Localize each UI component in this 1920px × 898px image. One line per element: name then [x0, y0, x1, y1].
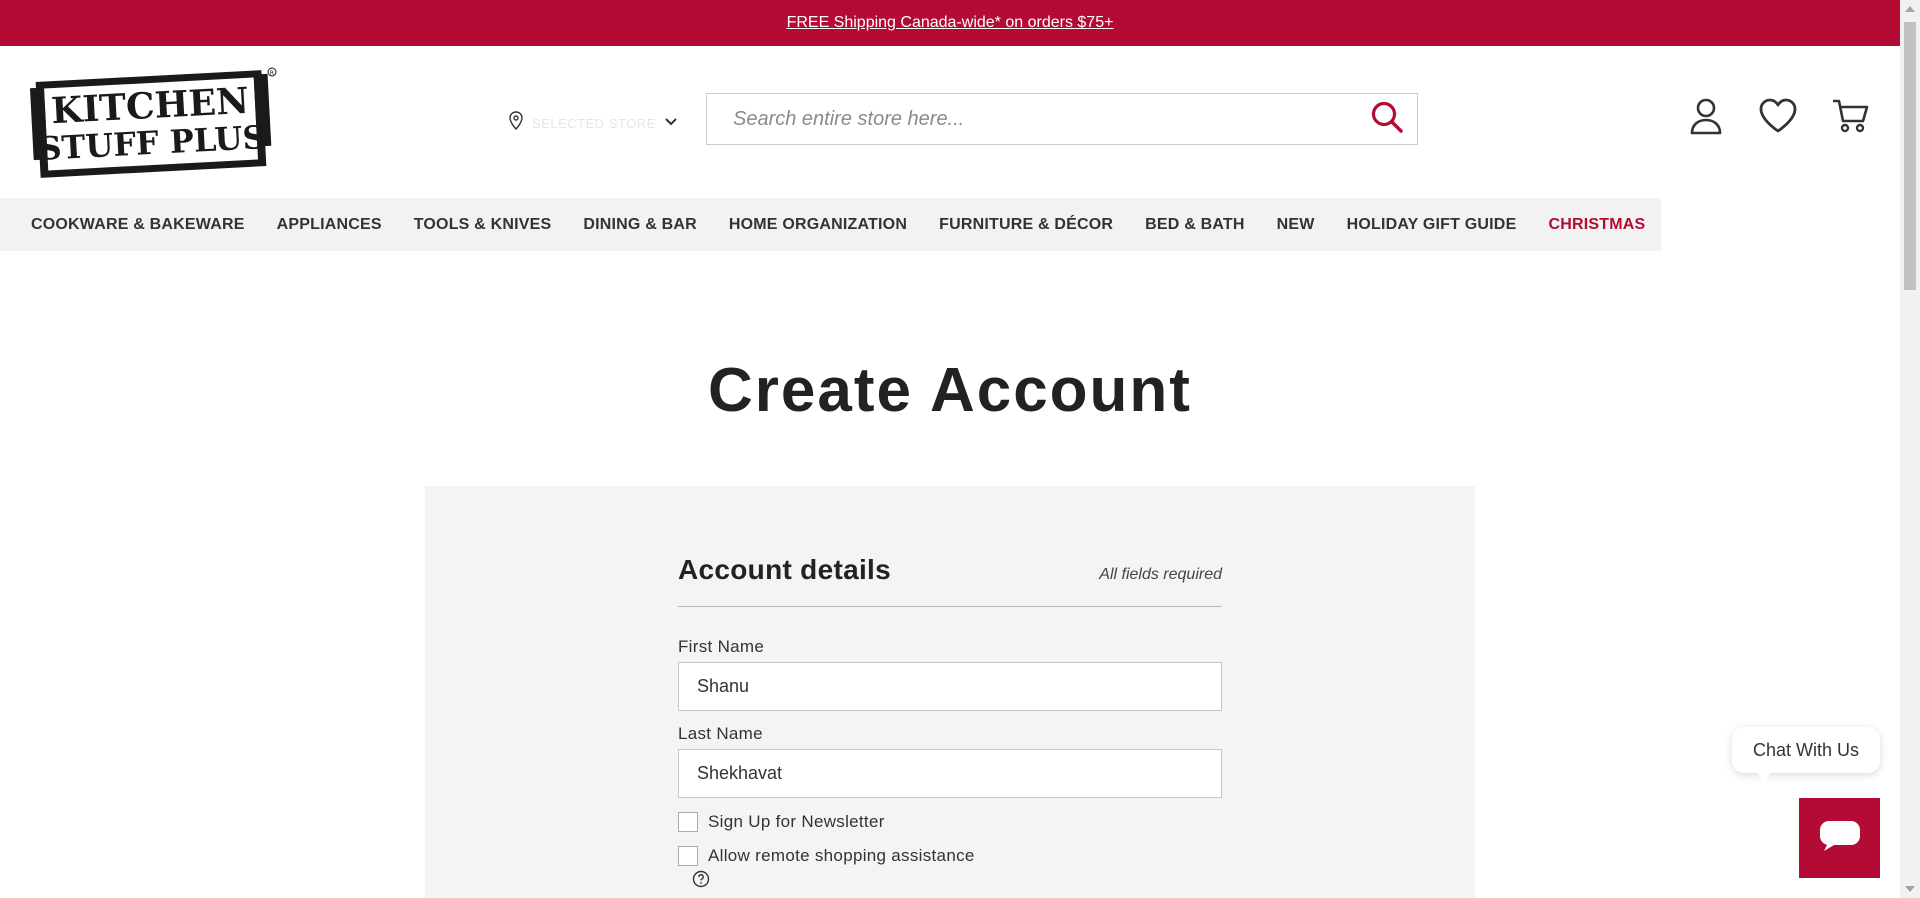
nav-item-home-organization[interactable]: HOME ORGANIZATION — [713, 198, 923, 251]
nav-item-appliances[interactable]: APPLIANCES — [261, 198, 398, 251]
account-button[interactable] — [1686, 98, 1726, 138]
scrollbar-thumb[interactable] — [1904, 22, 1916, 290]
newsletter-label: Sign Up for Newsletter — [708, 812, 885, 831]
free-shipping-link[interactable]: FREE Shipping Canada-wide* on orders $75… — [787, 14, 1114, 32]
remote-assistance-checkbox[interactable] — [678, 846, 698, 866]
chat-icon — [1818, 819, 1862, 858]
site-header: KITCHEN STUFF PLUS R SELECTED STORE — [0, 46, 1900, 198]
help-icon[interactable] — [692, 870, 710, 888]
nav-item-cookware-bakeware[interactable]: COOKWARE & BAKEWARE — [0, 198, 261, 251]
search-button[interactable] — [1357, 94, 1417, 144]
store-selector[interactable]: SELECTED STORE — [508, 108, 678, 138]
remote-assistance-option[interactable]: Allow remote shopping assistance — [678, 846, 1222, 866]
user-icon — [1689, 97, 1723, 140]
chat-with-us-bubble[interactable]: Chat With Us — [1732, 727, 1880, 783]
first-name-label: First Name — [678, 637, 765, 656]
scroll-up-arrow-icon[interactable] — [1905, 6, 1915, 12]
nav-item-dining-bar[interactable]: DINING & BAR — [567, 198, 713, 251]
location-pin-icon — [508, 110, 524, 136]
kitchen-stuff-plus-logo[interactable]: KITCHEN STUFF PLUS R — [29, 66, 280, 182]
promo-bar: FREE Shipping Canada-wide* on orders $75… — [0, 0, 1900, 46]
required-note: All fields required — [1099, 566, 1222, 583]
header-actions — [1686, 98, 1870, 138]
create-account-panel: Account details All fields required Firs… — [425, 486, 1475, 898]
store-selector-label: SELECTED STORE — [532, 115, 656, 131]
cart-button[interactable] — [1830, 98, 1870, 138]
first-name-field[interactable] — [678, 662, 1222, 711]
scroll-down-arrow-icon[interactable] — [1905, 886, 1915, 892]
last-name-group: Last Name — [678, 724, 1222, 798]
wishlist-button[interactable] — [1758, 98, 1798, 138]
cart-icon — [1831, 97, 1869, 140]
nav-item-christmas[interactable]: CHRISTMAS — [1532, 198, 1661, 251]
nav-item-tools-knives[interactable]: TOOLS & KNIVES — [398, 198, 568, 251]
search-input[interactable] — [707, 94, 1357, 144]
nav-spacer — [1661, 198, 1900, 251]
nav-item-bed-bath[interactable]: BED & BATH — [1129, 198, 1260, 251]
chat-launcher-button[interactable] — [1799, 798, 1880, 878]
nav-item-furniture-decor[interactable]: FURNITURE & DÉCOR — [923, 198, 1129, 251]
first-name-group: First Name — [678, 637, 1222, 711]
main-navigation: COOKWARE & BAKEWARE APPLIANCES TOOLS & K… — [0, 198, 1900, 251]
last-name-label: Last Name — [678, 724, 763, 743]
account-details-form: Account details All fields required Firs… — [678, 554, 1222, 888]
heart-icon — [1758, 98, 1798, 139]
page-scrollbar[interactable] — [1900, 0, 1920, 898]
remote-assistance-label: Allow remote shopping assistance — [708, 846, 975, 865]
chevron-down-icon — [664, 114, 678, 132]
svg-text:R: R — [270, 70, 274, 77]
form-header: Account details All fields required — [678, 554, 1222, 607]
search-bar — [706, 93, 1418, 145]
page-title: Create Account — [708, 356, 1192, 425]
newsletter-checkbox[interactable] — [678, 812, 698, 832]
section-title: Account details — [678, 554, 891, 585]
last-name-field[interactable] — [678, 749, 1222, 798]
search-icon — [1370, 100, 1404, 139]
nav-item-holiday-gift-guide[interactable]: HOLIDAY GIFT GUIDE — [1331, 198, 1533, 251]
newsletter-option[interactable]: Sign Up for Newsletter — [678, 812, 1222, 832]
nav-item-new[interactable]: NEW — [1261, 198, 1331, 251]
